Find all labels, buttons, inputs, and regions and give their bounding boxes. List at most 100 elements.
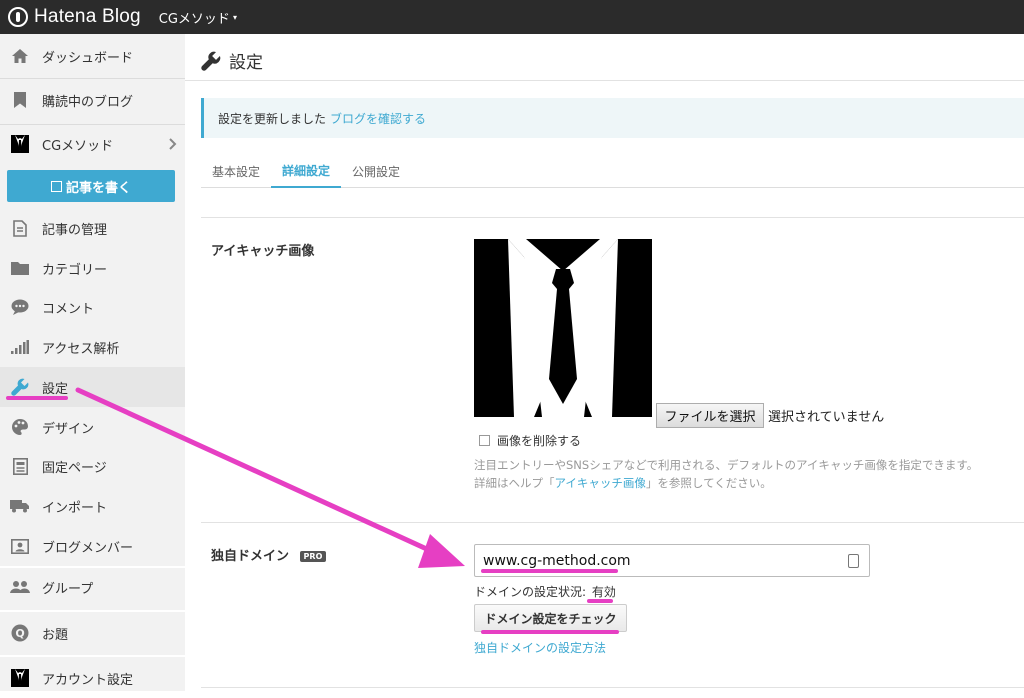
- sidebar-item-label: インポート: [42, 500, 108, 516]
- main-content: 設定 設定を更新しました ブログを確認する 基本設定 詳細設定 公開設定 アイキ…: [185, 34, 1024, 691]
- sidebar-item-label: ブログメンバー: [42, 540, 134, 556]
- settings-tabs: 基本設定 詳細設定 公開設定: [201, 154, 1024, 188]
- truck-icon: [10, 496, 30, 516]
- bar-chart-icon: [10, 337, 30, 357]
- bookmark-icon: [10, 90, 30, 110]
- divider: [185, 80, 1024, 81]
- choose-file-button[interactable]: ファイルを選択: [656, 403, 764, 428]
- comment-icon: [10, 297, 30, 317]
- sidebar-item-blog[interactable]: CGメソッド: [0, 124, 185, 164]
- sidebar-item-label: 購読中のブログ: [42, 94, 134, 110]
- domain-status-label: ドメインの設定状況:: [474, 585, 587, 599]
- divider: [0, 610, 185, 612]
- file-status-text: 選択されていません: [768, 410, 885, 425]
- domain-status-value: 有効: [591, 585, 616, 599]
- hatena-logo-icon: [8, 7, 28, 27]
- sidebar-item-label: お題: [42, 627, 69, 643]
- account-avatar-icon: [10, 668, 30, 688]
- delete-image-option[interactable]: 画像を削除する: [479, 432, 581, 449]
- divider: [201, 687, 1024, 688]
- highlight-underline: [481, 630, 619, 634]
- divider: [201, 217, 1024, 218]
- divider: [201, 522, 1024, 523]
- update-notice: 設定を更新しました ブログを確認する: [201, 98, 1024, 138]
- write-post-label: 記事を書く: [65, 180, 131, 196]
- folder-icon: [10, 258, 30, 278]
- tab-publish-settings[interactable]: 公開設定: [341, 154, 411, 188]
- sidebar-item-label: 設定: [42, 381, 69, 397]
- blog-avatar-icon: [10, 134, 30, 154]
- edit-icon: [50, 180, 62, 192]
- member-card-icon: [10, 536, 30, 556]
- highlight-underline: [481, 569, 618, 573]
- help-line-2-prefix: 詳細はヘルプ「: [474, 476, 555, 490]
- highlight-underline: [587, 599, 613, 603]
- document-icon: [10, 218, 30, 238]
- sidebar-item-analytics[interactable]: アクセス解析: [0, 327, 185, 367]
- sidebar-item-blog-members[interactable]: ブログメンバー: [0, 526, 185, 566]
- eyecatch-help-link[interactable]: アイキャッチ画像: [555, 476, 646, 490]
- group-icon: [10, 577, 30, 597]
- autofill-icon: [848, 554, 859, 568]
- eyecatch-image-preview: [474, 239, 652, 417]
- sidebar-item-account-settings[interactable]: アカウント設定: [0, 658, 185, 698]
- eyecatch-help-text: 注目エントリーやSNSシェアなどで利用される、デフォルトのアイキャッチ画像を指定…: [474, 456, 1019, 492]
- sidebar-item-posts[interactable]: 記事の管理: [0, 208, 185, 248]
- custom-domain-value: www.cg-method.com: [483, 552, 631, 569]
- pro-badge: PRO: [299, 551, 327, 562]
- check-domain-button[interactable]: ドメイン設定をチェック: [474, 604, 627, 632]
- sidebar-item-dashboard[interactable]: ダッシュボード: [0, 36, 185, 76]
- highlight-underline: [6, 396, 68, 400]
- blog-switcher-label: CGメソッド: [158, 11, 230, 27]
- top-bar: Hatena Blog CGメソッド ▾: [0, 0, 1024, 34]
- sidebar-item-static-pages[interactable]: 固定ページ: [0, 446, 185, 486]
- delete-image-label: 画像を削除する: [497, 434, 582, 448]
- sidebar-item-group[interactable]: グループ: [0, 567, 185, 607]
- delete-image-checkbox[interactable]: [479, 435, 490, 446]
- sidebar-item-label: 固定ページ: [42, 460, 107, 476]
- tab-advanced-settings[interactable]: 詳細設定: [271, 154, 342, 188]
- write-post-button[interactable]: 記事を書く: [7, 170, 175, 202]
- sidebar-item-topic[interactable]: Q お題: [0, 613, 185, 653]
- tab-basic-settings[interactable]: 基本設定: [201, 154, 271, 188]
- page-title: 設定: [201, 48, 263, 73]
- chevron-right-icon: [169, 135, 177, 154]
- sidebar-item-settings[interactable]: 設定: [0, 367, 185, 407]
- caret-down-icon: ▾: [232, 12, 237, 22]
- hatena-blog-logo[interactable]: Hatena Blog: [8, 6, 141, 28]
- domain-help-link[interactable]: 独自ドメインの設定方法: [474, 639, 606, 656]
- wrench-icon: [201, 51, 221, 71]
- help-line-1: 注目エントリーやSNSシェアなどで利用される、デフォルトのアイキャッチ画像を指定…: [474, 458, 979, 472]
- svg-text:Q: Q: [15, 627, 24, 640]
- palette-icon: [10, 417, 30, 437]
- custom-domain-label: 独自ドメイン PRO: [211, 545, 327, 564]
- home-icon: [10, 46, 30, 66]
- page-icon: [10, 456, 30, 476]
- sidebar-item-label: CGメソッド: [42, 138, 114, 154]
- sidebar-item-label: アカウント設定: [42, 672, 134, 688]
- help-line-2-suffix: 」を参照してください。: [645, 476, 772, 490]
- sidebar-item-category[interactable]: カテゴリー: [0, 248, 185, 288]
- blog-switcher[interactable]: CGメソッド ▾: [159, 8, 237, 27]
- topic-icon: Q: [10, 623, 30, 643]
- sidebar-item-label: グループ: [42, 581, 94, 597]
- divider: [0, 655, 185, 657]
- help-line-2: 詳細はヘルプ「アイキャッチ画像」を参照してください。: [474, 474, 1019, 492]
- sidebar-item-label: アクセス解析: [42, 341, 120, 357]
- sidebar: ダッシュボード 購読中のブログ CGメソッド 記事を書く 記事の管理 カテゴリー: [0, 34, 185, 691]
- wrench-icon: [10, 377, 30, 397]
- brand-name: Hatena Blog: [34, 6, 141, 27]
- sidebar-item-subscribed[interactable]: 購読中のブログ: [0, 80, 185, 120]
- sidebar-item-import[interactable]: インポート: [0, 486, 185, 526]
- view-blog-link[interactable]: ブログを確認する: [330, 110, 426, 127]
- sidebar-item-design[interactable]: デザイン: [0, 407, 185, 447]
- notice-text: 設定を更新しました: [218, 111, 327, 126]
- divider: [0, 78, 185, 79]
- sidebar-item-label: デザイン: [42, 421, 95, 437]
- sidebar-item-comments[interactable]: コメント: [0, 287, 185, 327]
- sidebar-item-label: ダッシュボード: [42, 50, 134, 66]
- page-title-text: 設定: [229, 53, 263, 73]
- domain-status: ドメインの設定状況: 有効: [474, 583, 616, 600]
- custom-domain-label-text: 独自ドメイン: [211, 549, 290, 564]
- sidebar-item-label: コメント: [42, 301, 95, 317]
